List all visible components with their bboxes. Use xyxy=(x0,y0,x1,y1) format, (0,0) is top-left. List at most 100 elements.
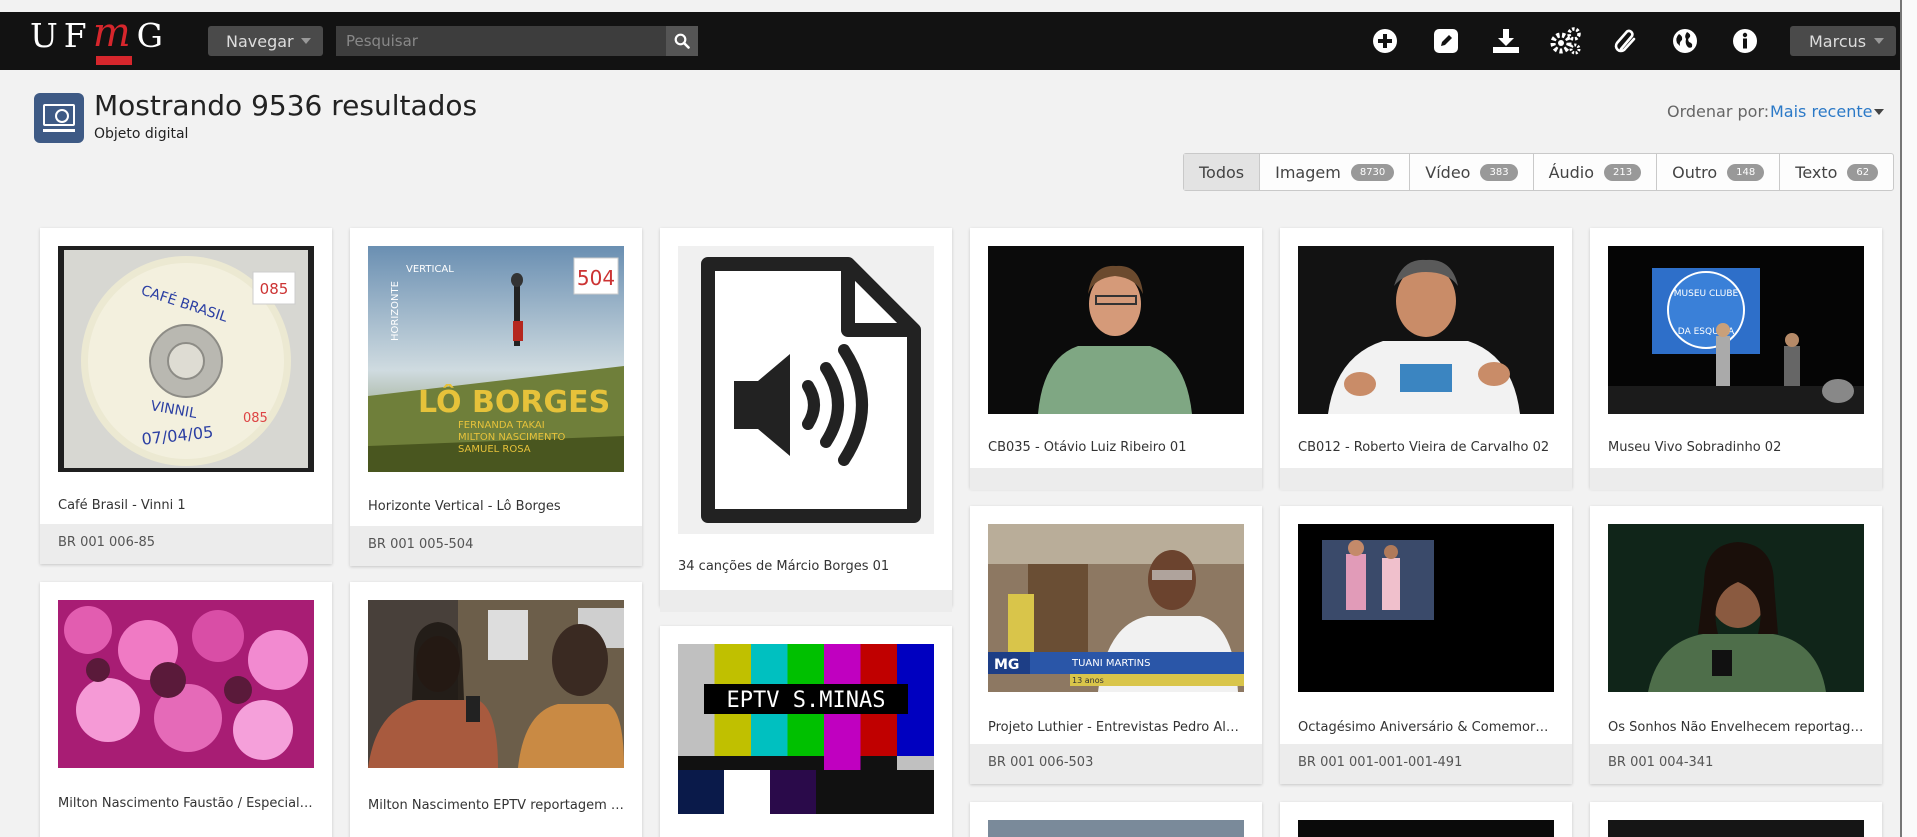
result-thumbnail[interactable]: 504 HORIZONTE VERTICAL LÔ BORGES FERNAND… xyxy=(368,246,624,472)
result-title[interactable]: Os Sonhos Não Envelhecem reportage... xyxy=(1608,720,1864,735)
download-button[interactable] xyxy=(1490,26,1522,56)
filter-video[interactable]: Vídeo 383 xyxy=(1409,154,1532,190)
result-thumbnail[interactable] xyxy=(58,600,314,768)
caret-down-icon xyxy=(301,38,311,44)
result-title[interactable]: Café Brasil - Vinni 1 xyxy=(58,498,314,513)
result-thumbnail[interactable] xyxy=(368,600,624,768)
logo-letters: UF xyxy=(30,16,93,55)
filter-label: Todos xyxy=(1199,162,1245,182)
language-button[interactable] xyxy=(1669,26,1701,56)
filter-imagem[interactable]: Imagem 8730 xyxy=(1259,154,1409,190)
result-thumbnail[interactable]: EPTV S.MINAS xyxy=(678,644,934,814)
result-thumbnail[interactable] xyxy=(1298,246,1554,414)
result-card[interactable]: Milton Nascimento Faustão / Especial Eli… xyxy=(40,582,332,837)
result-title[interactable]: Milton Nascimento Faustão / Especial Eli… xyxy=(58,796,314,811)
result-thumbnail[interactable] xyxy=(678,246,934,534)
search-input[interactable] xyxy=(336,26,666,56)
result-card[interactable]: 504 HORIZONTE VERTICAL LÔ BORGES FERNAND… xyxy=(350,228,642,566)
tv-banner: EPTV S.MINAS xyxy=(727,688,886,713)
count-badge: 8730 xyxy=(1350,163,1395,181)
result-thumbnail[interactable] xyxy=(1298,524,1554,692)
logo-g: G xyxy=(136,16,170,55)
result-reference: BR 001 006-503 xyxy=(970,744,1262,784)
filter-outro[interactable]: Outro 148 xyxy=(1656,154,1779,190)
filter-todos[interactable]: Todos xyxy=(1184,154,1260,190)
filter-label: Vídeo xyxy=(1425,162,1471,182)
settings-button[interactable] xyxy=(1550,26,1582,56)
filter-label: Imagem xyxy=(1275,162,1341,182)
result-card[interactable]: MUSEU CLUBE DA ESQUINA Museu Vivo Sobrad… xyxy=(1590,228,1882,490)
gears-icon xyxy=(1550,27,1581,55)
info-button[interactable] xyxy=(1729,26,1761,56)
result-card[interactable]: EPTV S.MINAS xyxy=(660,626,952,837)
filter-label: Áudio xyxy=(1548,162,1595,182)
result-thumbnail[interactable] xyxy=(988,820,1244,837)
result-card[interactable]: Milton Nascimento EPTV reportagem e... xyxy=(350,582,642,837)
count-badge: 383 xyxy=(1480,163,1518,181)
result-footer xyxy=(970,468,1262,490)
add-button[interactable] xyxy=(1369,26,1401,56)
search-button[interactable] xyxy=(666,26,698,56)
album-guest: MILTON NASCIMENTO xyxy=(458,432,566,443)
navigate-label: Navegar xyxy=(226,31,294,51)
scrollbar-track[interactable] xyxy=(1900,0,1917,837)
album-word1: HORIZONTE xyxy=(390,281,401,341)
result-title[interactable]: Projeto Luthier - Entrevistas Pedro Alex… xyxy=(988,720,1244,735)
album-word2: VERTICAL xyxy=(406,264,454,275)
result-thumbnail[interactable] xyxy=(988,246,1244,414)
result-card[interactable] xyxy=(1280,802,1572,837)
result-card[interactable]: CB035 - Otávio Luiz Ribeiro 01 xyxy=(970,228,1262,490)
plus-circle-icon xyxy=(1373,29,1397,53)
result-reference: BR 001 001-001-001-491 xyxy=(1280,744,1572,784)
result-reference: BR 001 006-85 xyxy=(40,524,332,564)
result-card[interactable]: CB012 - Roberto Vieira de Carvalho 02 xyxy=(1280,228,1572,490)
result-title[interactable]: Horizonte Vertical - Lô Borges xyxy=(368,499,624,514)
sort-dropdown[interactable]: Mais recente xyxy=(1770,102,1872,121)
info-icon xyxy=(1733,29,1757,53)
result-card[interactable]: MG TUANI MARTINS 13 anos Projeto Luthier… xyxy=(970,506,1262,784)
result-card[interactable]: Os Sonhos Não Envelhecem reportage... BR… xyxy=(1590,506,1882,784)
result-footer xyxy=(660,590,952,612)
caret-down-icon[interactable] xyxy=(1874,109,1884,115)
clipboard-button[interactable] xyxy=(1610,26,1642,56)
user-name: Marcus xyxy=(1809,31,1867,51)
result-card[interactable]: 085 CAFÉ BRASIL VINNIL 07/04/05 085 Café… xyxy=(40,228,332,564)
navigate-dropdown[interactable]: Navegar xyxy=(208,26,323,56)
download-icon xyxy=(1493,29,1519,53)
tv-channel-logo: MG xyxy=(994,657,1019,673)
result-card[interactable] xyxy=(1590,802,1882,837)
result-thumbnail[interactable] xyxy=(1608,524,1864,692)
result-card[interactable]: Octagésimo Aniversário & Comemoraç... BR… xyxy=(1280,506,1572,784)
count-badge: 148 xyxy=(1727,163,1765,181)
result-title[interactable]: 34 canções de Márcio Borges 01 xyxy=(678,559,934,574)
media-type-filter: Todos Imagem 8730 Vídeo 383 Áudio 213 Outro… xyxy=(1183,153,1895,191)
result-card[interactable]: 34 canções de Márcio Borges 01 xyxy=(660,228,952,612)
count-badge: 62 xyxy=(1847,163,1879,181)
result-title[interactable]: CB035 - Otávio Luiz Ribeiro 01 xyxy=(988,440,1244,455)
user-menu[interactable]: Marcus xyxy=(1790,26,1896,56)
globe-icon xyxy=(1673,29,1697,53)
ufmg-logo[interactable]: UF m G xyxy=(30,10,170,66)
filter-audio[interactable]: Áudio 213 xyxy=(1532,154,1657,190)
result-thumbnail[interactable]: 085 CAFÉ BRASIL VINNIL 07/04/05 085 xyxy=(58,246,314,472)
result-title[interactable]: CB012 - Roberto Vieira de Carvalho 02 xyxy=(1298,440,1554,455)
audio-file-icon xyxy=(701,257,921,523)
count-badge: 213 xyxy=(1604,163,1642,181)
filter-texto[interactable]: Texto 62 xyxy=(1779,154,1893,190)
result-title[interactable]: Milton Nascimento EPTV reportagem e... xyxy=(368,798,624,813)
result-thumbnail[interactable] xyxy=(1298,820,1554,837)
logo-m: m xyxy=(92,10,131,56)
digital-object-icon xyxy=(34,93,84,143)
result-card[interactable] xyxy=(970,802,1262,837)
filter-label: Outro xyxy=(1672,162,1718,182)
edit-button[interactable] xyxy=(1430,26,1462,56)
caption-age: 13 anos xyxy=(1072,676,1104,685)
page-title: Mostrando 9536 resultados xyxy=(94,89,478,122)
result-thumbnail[interactable]: MUSEU CLUBE DA ESQUINA xyxy=(1608,246,1864,414)
result-thumbnail[interactable] xyxy=(1608,820,1864,837)
result-thumbnail[interactable]: MG TUANI MARTINS 13 anos xyxy=(988,524,1244,692)
result-title[interactable]: Museu Vivo Sobradinho 02 xyxy=(1608,440,1864,455)
cd-label-number: 085 xyxy=(243,411,268,426)
result-footer xyxy=(1590,468,1882,490)
result-title[interactable]: Octagésimo Aniversário & Comemoraç... xyxy=(1298,720,1554,735)
